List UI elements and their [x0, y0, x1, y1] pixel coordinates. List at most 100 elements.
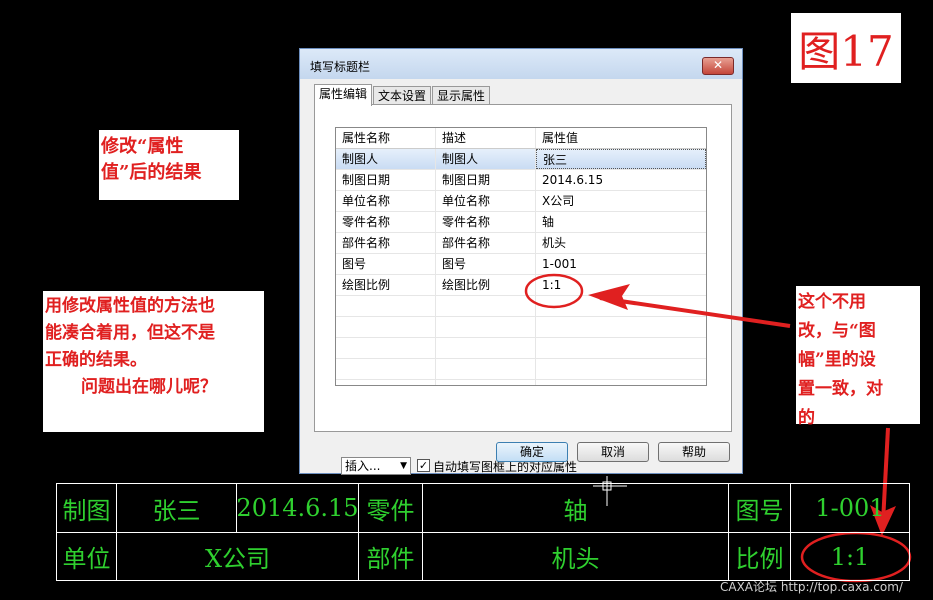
tab-bar: 属性编辑 文本设置 显示属性 [314, 84, 491, 106]
table-row[interactable] [336, 380, 706, 385]
tab-text-settings[interactable]: 文本设置 [373, 86, 432, 105]
tb-label-scale: 比例 [735, 545, 784, 573]
help-button[interactable]: 帮助 [658, 442, 730, 462]
note-line: 置一致，对 [798, 379, 883, 399]
table-cell[interactable]: 2014.6.15 [536, 170, 706, 190]
close-icon[interactable]: ✕ [702, 57, 734, 75]
table-cell[interactable]: 轴 [536, 212, 706, 232]
table-cell [436, 359, 536, 379]
table-cell[interactable]: 1-001 [536, 254, 706, 274]
tab-panel: 属性名称 描述 属性值 制图人 制图人 张三 制图日期 制图日期 2014.6.15 单位名… [314, 104, 732, 475]
table-cell[interactable]: 张三 [536, 149, 706, 169]
table-cell [536, 317, 706, 337]
note-line: 能凑合着用，但这不是 [45, 323, 215, 343]
table-cell: 图号 [436, 254, 536, 274]
table-cell: 制图日期 [436, 170, 536, 190]
note-line: 值”后的结果 [101, 162, 202, 183]
table-cell [536, 380, 706, 385]
table-cell: 单位名称 [336, 191, 436, 211]
title-block: 制图 张三 2014.6.15 零件 轴 图号 1-001 单位 X公司 部件 … [56, 483, 910, 581]
table-cell: 部件名称 [436, 233, 536, 253]
tab-attribute-edit[interactable]: 属性编辑 [314, 84, 373, 106]
table-cell: 制图人 [436, 149, 536, 169]
table-row[interactable]: 图号 图号 1-001 [336, 254, 706, 275]
note-question: 用修改属性值的方法也 能凑合着用，但这不是 正确的结果。 问题出在哪儿呢？ [43, 291, 264, 432]
note-result: 修改“属性 值”后的结果 [99, 130, 239, 200]
tab-display-attributes[interactable]: 显示属性 [432, 86, 491, 105]
chevron-down-icon: ▼ [400, 461, 407, 471]
column-header[interactable]: 描述 [436, 128, 536, 148]
cancel-button[interactable]: 取消 [577, 442, 649, 462]
tb-value-date: 2014.6.15 [236, 494, 359, 522]
watermark: CAXA论坛 http://top.caxa.com/ [720, 580, 903, 594]
note-line: 的 [798, 408, 815, 428]
table-cell: 单位名称 [436, 191, 536, 211]
table-cell: 绘图比例 [336, 275, 436, 295]
tb-label-part: 零件 [366, 496, 415, 525]
note-line: 问题出在哪儿呢？ [81, 377, 217, 397]
table-cell: 零件名称 [436, 212, 536, 232]
fill-title-dialog: 填写标题栏 ✕ 属性编辑 文本设置 显示属性 属性名称 描述 属性值 制图人 制图… [299, 48, 743, 475]
tb-value-drawer: 张三 [152, 496, 201, 525]
tb-value-scale: 1:1 [830, 542, 870, 571]
tb-value-drawing-no: 1-001 [815, 494, 885, 522]
tb-value-unit: X公司 [204, 545, 271, 573]
table-cell [336, 338, 436, 358]
note-line: 用修改属性值的方法也 [45, 296, 215, 316]
dialog-title: 填写标题栏 [310, 60, 371, 74]
table-cell [336, 359, 436, 379]
table-cell: 制图日期 [336, 170, 436, 190]
note-line: 正确的结果。 [45, 350, 147, 370]
table-cell [436, 338, 536, 358]
table-row[interactable] [336, 359, 706, 380]
table-cell: 绘图比例 [436, 275, 536, 295]
table-row[interactable]: 绘图比例 绘图比例 1:1 [336, 275, 706, 296]
auto-fill-checkbox[interactable]: ✓ [417, 459, 430, 472]
table-cell: 部件名称 [336, 233, 436, 253]
table-cell[interactable]: X公司 [536, 191, 706, 211]
table-row[interactable] [336, 296, 706, 317]
column-header[interactable]: 属性名称 [336, 128, 436, 148]
ok-button[interactable]: 确定 [496, 442, 568, 462]
table-cell [336, 380, 436, 385]
note-scale: 这个不用 改，与“图 幅”里的设 置一致，对 的 [796, 286, 920, 428]
table-cell[interactable]: 1:1 [536, 275, 706, 295]
note-line: 修改“属性 [101, 136, 184, 157]
table-row[interactable]: 零件名称 零件名称轴 [336, 212, 706, 233]
figure-label: 图17 [791, 13, 901, 83]
note-line: 这个不用 [798, 292, 866, 312]
column-header[interactable]: 属性值 [536, 128, 706, 148]
table-cell [536, 338, 706, 358]
table-row[interactable] [336, 317, 706, 338]
table-row[interactable] [336, 338, 706, 359]
table-row[interactable]: 制图日期 制图日期 2014.6.15 [336, 170, 706, 191]
table-cell [536, 359, 706, 379]
table-row[interactable]: 部件名称 部件名称 机头 [336, 233, 706, 254]
table-cell: 零件名称 [336, 212, 436, 232]
table-cell: 图号 [336, 254, 436, 274]
table-cell [436, 317, 536, 337]
note-line: 改，与“图 [798, 321, 876, 341]
tb-value-assembly: 机头 [551, 545, 600, 573]
tb-label-unit: 单位 [62, 545, 111, 573]
tb-value-part: 轴 [563, 496, 588, 525]
table-cell [536, 296, 706, 316]
insert-dropdown-value: 插入... [345, 459, 381, 473]
table-row[interactable]: 单位名称 单位名称 X公司 [336, 191, 706, 212]
note-line: 幅”里的设 [798, 350, 876, 370]
table-header: 属性名称 描述 属性值 [336, 128, 706, 149]
table-row[interactable]: 制图人 制图人 张三 [336, 149, 706, 170]
table-cell: 制图人 [336, 149, 436, 169]
table-cell[interactable]: 机头 [536, 233, 706, 253]
insert-dropdown[interactable]: 插入... ▼ [341, 457, 411, 475]
dialog-titlebar[interactable]: 填写标题栏 ✕ [300, 49, 742, 79]
table-cell [436, 296, 536, 316]
tb-label-assembly: 部件 [366, 545, 415, 573]
table-cell [436, 380, 536, 385]
table-cell [336, 296, 436, 316]
tb-label-drawn-by: 制图 [62, 496, 111, 525]
tb-label-drawing-no: 图号 [735, 496, 784, 525]
table-cell [336, 317, 436, 337]
crosshair-cursor-icon [593, 476, 627, 506]
attribute-table: 属性名称 描述 属性值 制图人 制图人 张三 制图日期 制图日期 2014.6.15 单位名… [335, 127, 707, 386]
